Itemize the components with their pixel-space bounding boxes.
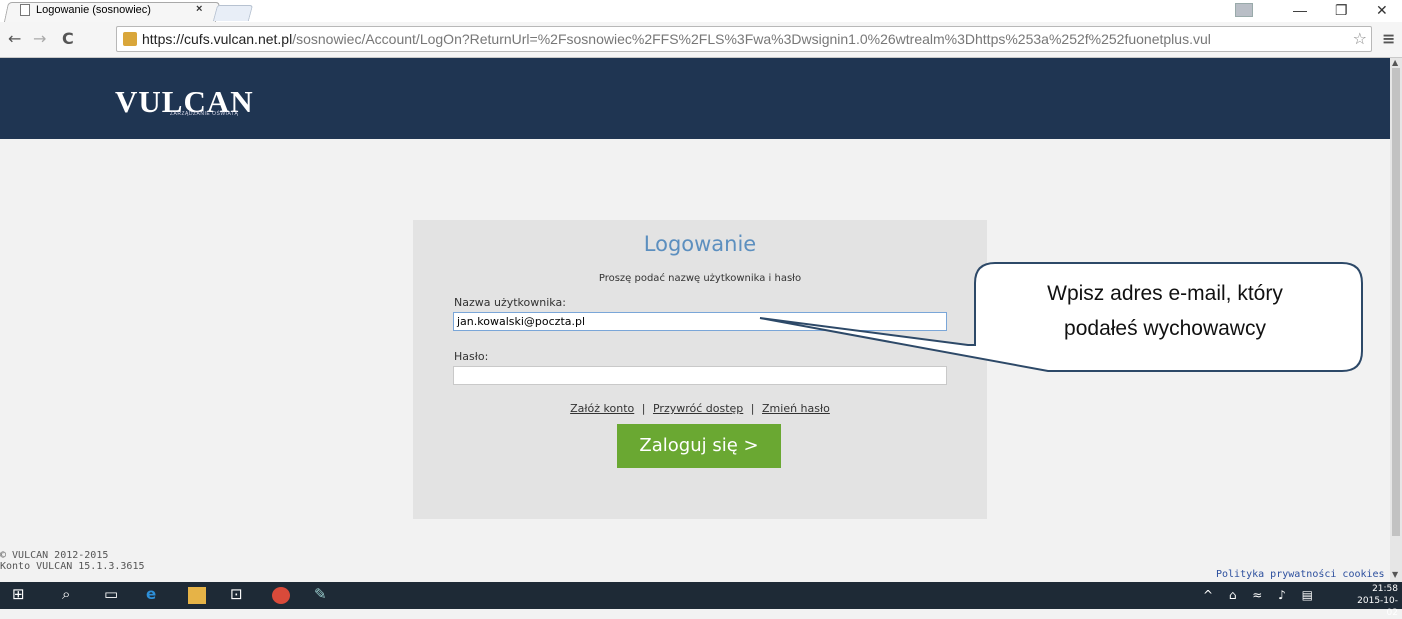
taskbar-clock[interactable]: 21:58 2015-10-02	[1352, 583, 1398, 619]
clock-date: 2015-10-02	[1357, 596, 1398, 618]
bookmark-star-icon[interactable]: ☆	[1353, 29, 1367, 48]
login-instructions: Proszę podać nazwę użytkownika i hasło	[598, 273, 802, 284]
login-button[interactable]: Zaloguj się >	[617, 424, 781, 468]
callout-line-2: podałeś wychowawcy	[1064, 317, 1266, 340]
link-separator: |	[750, 402, 755, 415]
password-input[interactable]	[453, 366, 947, 385]
task-view-icon[interactable]: ▭	[104, 585, 118, 603]
change-password-link[interactable]: Zmień hasło	[762, 402, 830, 415]
edge-icon[interactable]: e	[146, 585, 156, 603]
username-label: Nazwa użytkownika:	[454, 296, 566, 309]
close-window-button[interactable]: ✕	[1376, 2, 1388, 19]
clock-time: 21:58	[1372, 584, 1398, 594]
security-warning-icon[interactable]	[123, 32, 137, 46]
vertical-scrollbar[interactable]: ▲ ▼	[1390, 58, 1402, 582]
logo-subtitle: ZARZĄDZANIE OŚWIATĄ	[170, 111, 239, 117]
new-tab-button[interactable]	[212, 5, 254, 21]
copyright-text: © VULCAN 2012-2015	[0, 550, 109, 561]
store-icon[interactable]: ⊡	[230, 585, 243, 603]
tab-title: Logowanie (sosnowiec)	[36, 4, 151, 16]
forward-arrow-icon[interactable]: →	[33, 29, 46, 48]
site-header: VULCAN ZARZĄDZANIE OŚWIATĄ	[0, 58, 1390, 139]
login-panel: Logowanie Proszę podać nazwę użytkownika…	[413, 220, 987, 519]
account-links: Załóż konto | Przywróć dostęp | Zmień ha…	[413, 402, 987, 415]
address-bar[interactable]: https://cufs.vulcan.net.pl/sosnowiec/Acc…	[116, 26, 1372, 52]
callout-line-1: Wpisz adres e-mail, który	[1047, 282, 1283, 305]
version-text: Konto VULCAN 15.1.3.3615	[0, 561, 145, 572]
login-title: Logowanie	[643, 232, 757, 256]
footer-copyright: © VULCAN 2012-2015 Konto VULCAN 15.1.3.3…	[0, 550, 145, 572]
reload-icon[interactable]: C	[62, 29, 74, 48]
tab-close-icon[interactable]: ×	[196, 3, 202, 15]
password-label: Hasło:	[454, 350, 489, 363]
link-separator: |	[641, 402, 646, 415]
url-text: https://cufs.vulcan.net.pl/sosnowiec/Acc…	[142, 31, 1211, 47]
chrome-icon[interactable]	[272, 587, 290, 604]
search-icon[interactable]: ⌕	[62, 585, 70, 603]
scrollbar-thumb[interactable]	[1392, 68, 1400, 536]
scroll-down-icon[interactable]: ▼	[1392, 570, 1398, 579]
create-account-link[interactable]: Załóż konto	[570, 402, 634, 415]
restore-button[interactable]: ❐	[1335, 2, 1348, 19]
page-icon	[20, 4, 30, 16]
user-profile-icon[interactable]	[1235, 3, 1253, 17]
callout-text: Wpisz adres e-mail, który podałeś wychow…	[970, 276, 1360, 346]
menu-icon[interactable]: ≡	[1382, 29, 1395, 48]
restore-access-link[interactable]: Przywróć dostęp	[653, 402, 743, 415]
windows-start-icon[interactable]: ⊞	[12, 585, 25, 603]
file-explorer-icon[interactable]	[188, 587, 206, 604]
minimize-button[interactable]: —	[1293, 2, 1307, 18]
paint-icon[interactable]: ✎	[314, 585, 327, 603]
privacy-link[interactable]: Polityka prywatności cookies	[1216, 569, 1385, 580]
windows-taskbar: ⊞ ⌕ ▭ e ⊡ ✎ ^ ⌂ ≈ ♪ ▤ 21:58 2015-10-02	[0, 582, 1402, 618]
username-input[interactable]: jan.kowalski@poczta.pl	[453, 312, 947, 331]
system-tray[interactable]: ^ ⌂ ≈ ♪ ▤	[1203, 588, 1319, 602]
back-arrow-icon[interactable]: ←	[8, 29, 21, 48]
scroll-up-icon[interactable]: ▲	[1392, 58, 1398, 67]
browser-tab-content[interactable]: Logowanie (sosnowiec)	[20, 4, 151, 16]
browser-toolbar: ← → C https://cufs.vulcan.net.pl/sosnowi…	[0, 22, 1402, 58]
tab-bar: Logowanie (sosnowiec) × — ❐ ✕	[0, 0, 1402, 22]
